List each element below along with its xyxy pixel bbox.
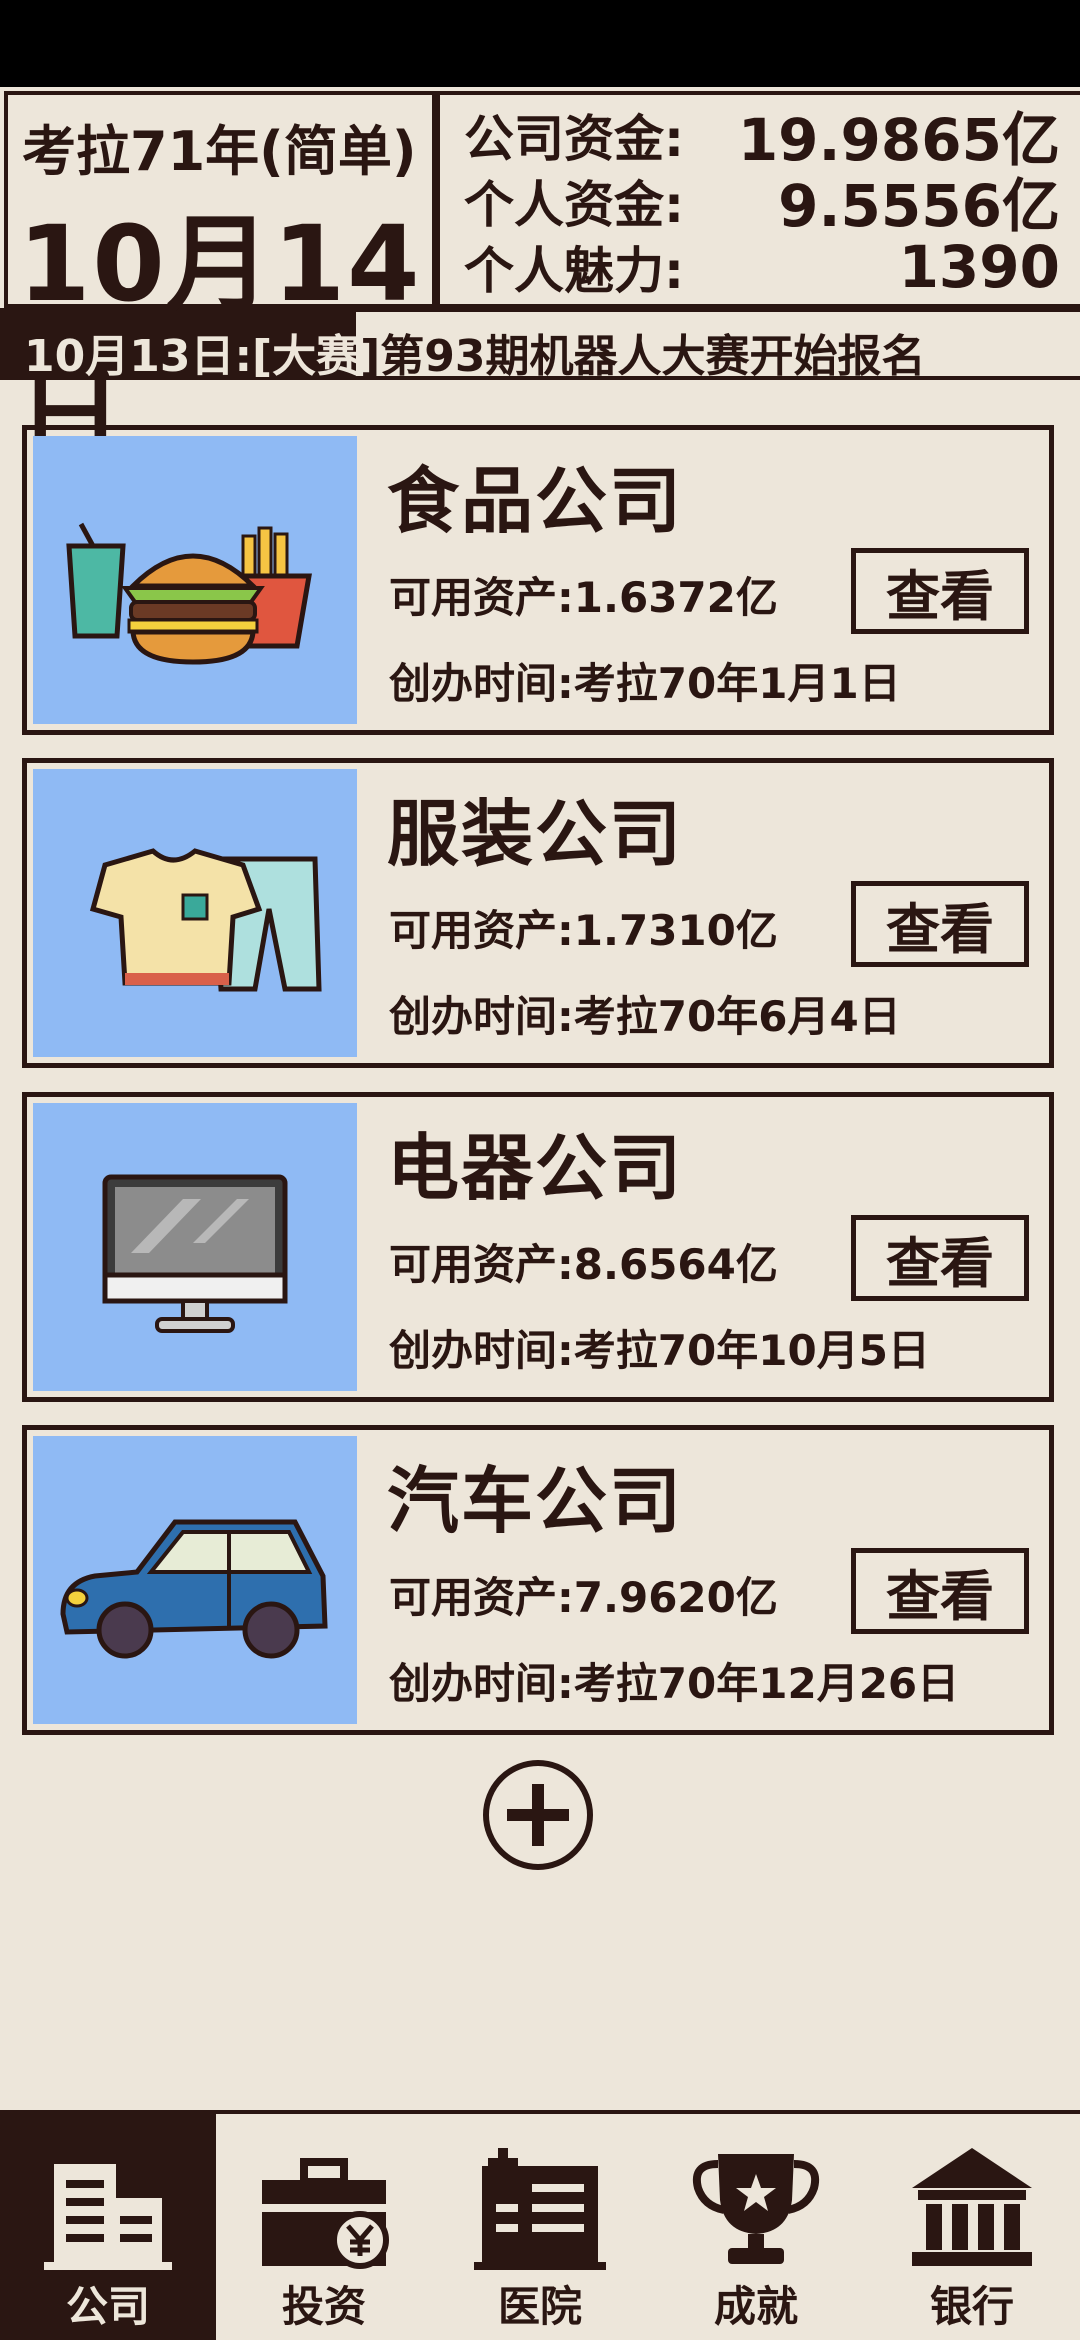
- personal-funds-row: 个人资金: 9.5556亿: [464, 169, 1060, 240]
- status-bar: [0, 0, 1080, 87]
- nav-tab-achievements[interactable]: 成就: [648, 2114, 864, 2340]
- company-assets: 可用资产:1.6372亿: [389, 573, 778, 622]
- company-card-food: 食品公司 可用资产:1.6372亿 创办时间:考拉70年1月1日 查看: [22, 425, 1054, 735]
- news-message: ]第93期机器人大赛开始报名: [360, 331, 926, 382]
- company-name: 电器公司: [387, 1126, 684, 1210]
- company-assets: 可用资产:7.9620亿: [389, 1573, 778, 1622]
- company-name: 汽车公司: [387, 1459, 684, 1543]
- company-card-auto: 汽车公司 可用资产:7.9620亿 创办时间:考拉70年12月26日 查看: [22, 1425, 1054, 1735]
- tshirt-pants-icon: [89, 848, 322, 992]
- company-founded: 创办时间:考拉70年12月26日: [389, 1659, 960, 1708]
- year-label: 考拉71年(简单): [22, 120, 417, 183]
- nav-label: 银行: [929, 2282, 1014, 2331]
- nav-tab-hospital[interactable]: 医院: [432, 2114, 648, 2340]
- nav-tab-company[interactable]: 公司: [0, 2114, 216, 2340]
- nav-label: 投资: [281, 2282, 366, 2331]
- company-card-electronics: 电器公司 可用资产:8.6564亿 创办时间:考拉70年10月5日 查看: [22, 1092, 1054, 1402]
- company-founded: 创办时间:考拉70年6月4日: [389, 992, 901, 1041]
- nav-label: 医院: [497, 2282, 582, 2331]
- company-funds-row: 公司资金: 19.9865亿: [464, 103, 1060, 174]
- building-icon: [44, 2164, 172, 2270]
- view-button[interactable]: 查看: [851, 881, 1029, 967]
- charm-label: 个人魅力:: [464, 242, 684, 300]
- company-image-electronics: [33, 1103, 357, 1391]
- bank-icon: [912, 2148, 1032, 2266]
- date-box: 考拉71年(简单) 10月14日: [4, 91, 436, 476]
- burger-fries-icon: [66, 522, 312, 665]
- company-funds-label: 公司资金:: [464, 110, 684, 168]
- company-image-auto: [33, 1436, 357, 1724]
- charm-value: 1390: [898, 233, 1060, 301]
- header: 考拉71年(简单) 10月14日 公司资金: 19.9865亿 个人资金: 9.…: [0, 87, 1080, 476]
- nav-tab-bank[interactable]: 银行: [864, 2114, 1080, 2340]
- monitor-icon: [102, 1174, 288, 1333]
- nav-tab-invest[interactable]: 投资: [216, 2114, 432, 2340]
- news-ticker[interactable]: 10月13日:[大赛]第93期机器人大赛开始报名: [0, 312, 1080, 382]
- briefcase-yen-icon: [262, 2158, 389, 2269]
- view-button[interactable]: 查看: [851, 548, 1029, 634]
- company-name: 食品公司: [387, 459, 684, 543]
- stats-box: 公司资金: 19.9865亿 个人资金: 9.5556亿 个人魅力: 1390: [436, 91, 1080, 308]
- hospital-icon: [474, 2148, 606, 2270]
- charm-row: 个人魅力: 1390: [464, 233, 1060, 301]
- company-name: 服装公司: [387, 792, 684, 876]
- company-image-clothing: [33, 769, 357, 1057]
- nav-label: 成就: [713, 2282, 798, 2331]
- news-text: 10月13日:[大赛]第93期机器人大赛开始报名: [24, 320, 926, 384]
- bottom-nav: 公司 投资 医院 成就 银行: [0, 2110, 1080, 2340]
- company-assets: 可用资产:1.7310亿: [389, 906, 778, 955]
- news-prefix: 10月13日:[大赛: [24, 331, 361, 382]
- company-founded: 创办时间:考拉70年10月5日: [389, 1326, 930, 1375]
- view-button[interactable]: 查看: [851, 1548, 1029, 1634]
- add-company-button[interactable]: [481, 1758, 595, 1872]
- personal-funds-value: 9.5556亿: [778, 172, 1060, 240]
- company-image-food: [33, 436, 357, 724]
- company-assets: 可用资产:8.6564亿: [389, 1240, 778, 1289]
- view-button[interactable]: 查看: [851, 1215, 1029, 1301]
- plus-circle-icon: [483, 1760, 593, 1870]
- trophy-icon: [693, 2154, 819, 2264]
- nav-label: 公司: [65, 2282, 150, 2331]
- personal-funds-label: 个人资金:: [464, 176, 684, 234]
- company-founded: 创办时间:考拉70年1月1日: [389, 659, 901, 708]
- car-icon: [60, 1519, 328, 1659]
- company-card-clothing: 服装公司 可用资产:1.7310亿 创办时间:考拉70年6月4日 查看: [22, 758, 1054, 1068]
